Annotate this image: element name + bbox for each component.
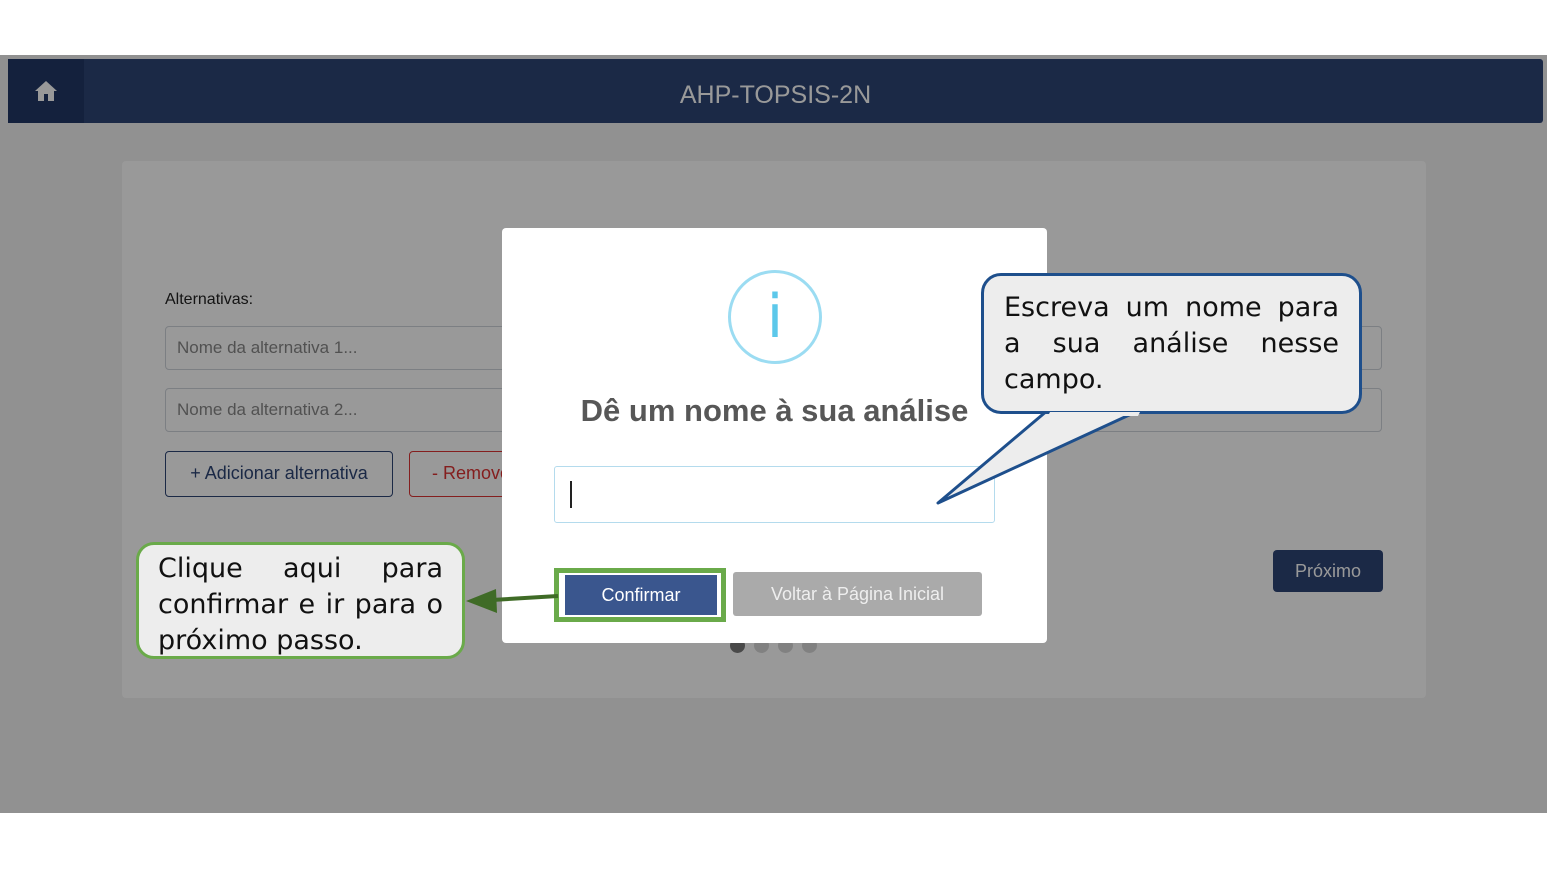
callout-confirm: Clique aqui para confirmar e ir para o p…	[136, 542, 465, 659]
callout-tail-mask	[1048, 412, 1140, 416]
